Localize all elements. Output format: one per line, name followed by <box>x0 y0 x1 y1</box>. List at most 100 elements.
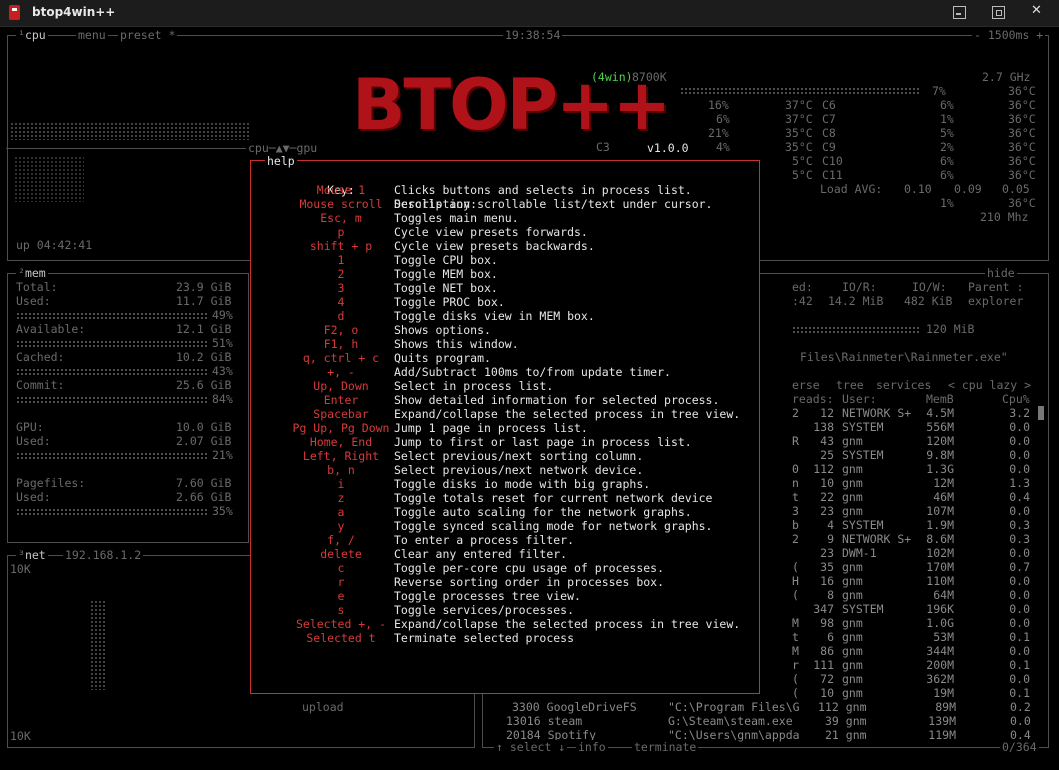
detail-header-time: ed: <box>792 280 813 294</box>
core-name: C3 <box>596 140 610 154</box>
tab-services[interactable]: services <box>874 378 934 392</box>
process-cell: 110M <box>926 574 954 588</box>
cpu-model-tag: 8700K <box>632 70 667 84</box>
info-button[interactable]: info <box>576 740 608 754</box>
version: v1.0.0 <box>647 141 689 155</box>
uptime: up 04:42:41 <box>16 238 93 252</box>
help-description: Cycle view presets backwards. <box>394 239 595 253</box>
close-button[interactable] <box>1031 3 1042 14</box>
help-description: Toggle processes tree view. <box>394 589 581 603</box>
net-box-label[interactable]: ³net <box>16 548 48 562</box>
process-cell: SYSTEM <box>842 448 884 462</box>
load-avg-1: 0.10 <box>904 182 932 196</box>
process-cell: 200M <box>926 658 954 672</box>
hide-button[interactable]: hide <box>985 266 1017 280</box>
help-description: Expand/collapse the selected process in … <box>394 407 741 421</box>
help-description: Toggle CPU box. <box>394 253 498 267</box>
mem-commit-label: Commit: <box>16 378 65 392</box>
mem-used-label: Used: <box>16 294 51 308</box>
process-cmd: G:\Steam\steam.exe <box>668 714 793 728</box>
help-description: Quits program. <box>394 351 491 365</box>
col-user[interactable]: User: <box>842 392 877 406</box>
detail-header-parent: Parent : <box>968 280 1024 294</box>
cpu-total-temp: 36°C <box>1008 84 1036 98</box>
help-description: To enter a process filter. <box>394 533 575 547</box>
process-cell: NETWORK S+ <box>842 532 912 546</box>
cpu-total-pct: 7% <box>932 84 946 98</box>
sort-selector[interactable]: < cpu lazy > <box>946 378 1034 392</box>
process-cell: 0 <box>792 462 799 476</box>
help-description: Cycle view presets forwards. <box>394 225 588 239</box>
core-temp: 36°C <box>1008 140 1036 154</box>
gpu-temp: 36°C <box>1008 196 1036 210</box>
process-cell: 12 <box>820 406 834 420</box>
core-temp: 5°C <box>792 168 813 182</box>
cpu-gpu-tab[interactable]: cpu─▲▼─gpu <box>246 141 320 155</box>
core-name: C9 <box>822 140 836 154</box>
select-button[interactable]: ↑ select ↓ <box>494 740 568 754</box>
help-description: Reverse sorting order in processes box. <box>394 575 665 589</box>
process-cell: 53M <box>933 630 954 644</box>
process-cell: 0.0 <box>1009 448 1030 462</box>
pagefile-label: Pagefiles: <box>16 476 86 490</box>
table-row[interactable]: 3300 GoogleDriveFS <box>512 700 637 714</box>
minimize-button[interactable] <box>953 6 966 19</box>
core-pct: 16% <box>708 98 729 112</box>
process-cell: 362M <box>926 672 954 686</box>
process-cell: 102M <box>926 546 954 560</box>
col-memb[interactable]: MemB <box>926 392 954 406</box>
process-cell: gnm <box>842 490 863 504</box>
maximize-button[interactable] <box>992 6 1005 19</box>
process-cmd: "C:\Program Files\G <box>668 700 800 714</box>
app-icon <box>9 5 20 20</box>
col-cpu[interactable]: Cpu% <box>1002 392 1030 406</box>
mem-total-label: Total: <box>16 280 58 294</box>
process-cell: SYSTEM <box>842 420 884 434</box>
menu-button[interactable]: menu <box>76 28 108 42</box>
help-description: Toggle auto scaling for the network grap… <box>394 505 692 519</box>
help-description: Clear any entered filter. <box>394 547 568 561</box>
process-cell: 0.0 <box>1009 462 1030 476</box>
load-avg-label: Load AVG: <box>820 182 883 196</box>
process-cell: 3 <box>792 504 799 518</box>
tab-tree[interactable]: tree <box>834 378 866 392</box>
process-cell: 344M <box>926 644 954 658</box>
core-temp: 35°C <box>785 126 813 140</box>
detail-cmdline: Files\Rainmeter\Rainmeter.exe" <box>800 350 1008 364</box>
net-scale-bottom: 10K <box>10 729 31 743</box>
tab-reverse[interactable]: erse <box>790 378 822 392</box>
mem-used-value: 11.7 GiB <box>176 294 232 308</box>
process-cell: t <box>792 630 799 644</box>
process-cell: 43 <box>820 434 834 448</box>
process-cell: b <box>792 518 799 532</box>
process-cell: n <box>792 476 799 490</box>
cpu-frequency: 2.7 GHz <box>980 70 1033 84</box>
update-interval[interactable]: - 1500ms + <box>972 28 1046 42</box>
process-cell: 46M <box>933 490 954 504</box>
process-cell: 0.0 <box>1009 616 1030 630</box>
process-cell: gnm <box>842 462 863 476</box>
process-cell: 0.0 <box>1009 420 1030 434</box>
help-description: Toggle MEM box. <box>394 267 498 281</box>
process-cell: R <box>792 434 799 448</box>
process-cpu: 0.0 <box>1010 714 1031 728</box>
cpu-box-label[interactable]: ¹cpu <box>16 28 48 42</box>
preset-button[interactable]: preset * <box>118 28 178 42</box>
mem-cached-label: Cached: <box>16 350 65 364</box>
core-temp: 35°C <box>785 140 813 154</box>
process-cell: 120M <box>926 434 954 448</box>
mem-box-label[interactable]: ²mem <box>16 266 48 280</box>
process-cell: 25 <box>820 448 834 462</box>
proc-scrollbar[interactable] <box>1038 406 1044 420</box>
mem-avail-value: 12.1 GiB <box>176 322 232 336</box>
terminate-button[interactable]: terminate <box>632 740 699 754</box>
process-cell: ( <box>792 686 799 700</box>
process-cell: M <box>792 616 799 630</box>
process-cell: 196K <box>926 602 954 616</box>
table-row[interactable]: 13016 steam <box>506 714 582 728</box>
core-name: C7 <box>822 112 836 126</box>
col-reads[interactable]: reads: <box>792 392 834 406</box>
help-description: Toggle totals reset for current network … <box>394 491 713 505</box>
help-description: Expand/collapse the selected process in … <box>394 617 741 631</box>
help-description: Shows options. <box>394 323 491 337</box>
